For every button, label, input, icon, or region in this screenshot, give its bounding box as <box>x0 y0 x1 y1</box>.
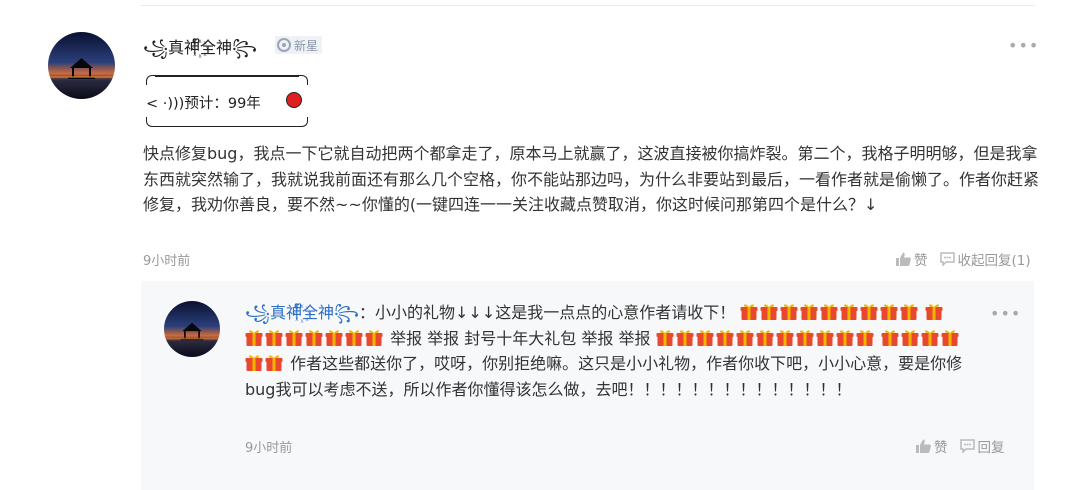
avatar[interactable] <box>48 32 115 99</box>
reply-actions: 赞 回复 <box>916 436 1005 456</box>
gift-icon <box>941 329 959 346</box>
more-dots-icon[interactable]: ••• <box>990 306 1021 322</box>
gift-icon <box>245 329 263 346</box>
reply-time: 9小时前 <box>245 441 293 456</box>
more-dots-icon[interactable]: ••• <box>1008 38 1039 54</box>
gift-icon <box>856 329 874 346</box>
gift-icons-1 <box>740 303 920 322</box>
gift-icon <box>921 329 939 346</box>
badge-star-icon <box>277 38 291 52</box>
gift-icon <box>716 329 734 346</box>
gift-icon <box>776 329 794 346</box>
avatar-image <box>164 301 220 357</box>
gift-icon <box>740 304 758 320</box>
collapse-replies-button[interactable]: 收起回复(1) <box>939 249 1031 269</box>
reply-label: 回复 <box>977 440 1005 456</box>
gift-icon <box>676 329 694 346</box>
comment-bubble-icon <box>939 252 955 266</box>
gift-icon <box>900 304 918 320</box>
reply-avatar[interactable] <box>164 301 220 357</box>
gift-icon <box>780 304 798 320</box>
gift-icons-3 <box>656 329 876 348</box>
gift-icon <box>656 329 674 346</box>
comment-text: 快点修复bug，我点一下它就自动把两个都拿走了，原本马上就赢了，这波直接被你搞炸… <box>143 144 1040 214</box>
gift-icon <box>880 304 898 320</box>
gift-icon <box>840 304 858 320</box>
collapse-label: 收起回复(1) <box>957 253 1031 269</box>
gift-icon <box>756 329 774 346</box>
gift-icon <box>901 329 919 346</box>
signature-text: < ·)))预计：99年 <box>146 96 261 112</box>
gift-icon <box>925 304 943 320</box>
reply-segment-2: 举报 举报 封号十年大礼包 举报 举报 <box>390 328 651 348</box>
gift-icon <box>860 304 878 320</box>
gift-icon <box>836 329 854 346</box>
reply-segment-1: 小小的礼物↓↓↓这是我一点点的心意作者请收下！ <box>375 303 736 322</box>
gift-icon <box>265 355 283 371</box>
comment-bubble-icon <box>959 439 975 453</box>
comment-time: 9小时前 <box>143 254 191 269</box>
gift-icon <box>820 304 838 320</box>
gift-icon <box>796 329 814 346</box>
gift-icon <box>365 329 383 346</box>
badge-label: 新星 <box>294 38 319 53</box>
gift-icon <box>736 329 754 346</box>
reply-colon: ： <box>358 303 375 322</box>
reply-like-button[interactable]: 赞 <box>916 436 948 456</box>
gift-icon <box>345 329 363 346</box>
gift-icon <box>305 329 323 346</box>
top-divider <box>140 5 1035 6</box>
gift-icon <box>285 329 303 346</box>
gift-icon <box>245 355 263 371</box>
thumbs-up-icon <box>896 252 911 266</box>
like-label: 赞 <box>914 253 928 269</box>
like-label: 赞 <box>934 440 948 456</box>
reply-button[interactable]: 回复 <box>959 436 1005 456</box>
reply-username[interactable]: ꧁真神ᩚ꙰ᩚ全神꧂ <box>245 303 359 322</box>
gift-icon <box>760 304 778 320</box>
comment-username[interactable]: ꧁真神ᩚ꙰ᩚ全神꧂ <box>143 34 257 68</box>
gift-icon <box>800 304 818 320</box>
user-signature: < ·)))预计：99年 <box>146 75 308 127</box>
like-button[interactable]: 赞 <box>896 249 928 269</box>
avatar-image <box>48 32 115 99</box>
reply-text: ꧁真神ᩚ꙰ᩚ全神꧂：小小的礼物↓↓↓这是我一点点的心意作者请收下！ 举报 举报 … <box>245 300 965 402</box>
user-level-badge: 新星 <box>275 36 323 54</box>
comment-actions: 赞 收起回复(1) <box>896 249 1031 269</box>
thumbs-up-icon <box>916 439 931 453</box>
gift-icon <box>265 329 283 346</box>
reply-segment-3: 作者这些都送你了，哎呀，你别拒绝嘛。这只是小小礼物，作者你收下吧，小小心意，要是… <box>245 354 963 399</box>
red-circle-icon <box>286 92 302 108</box>
gift-icon <box>881 329 899 346</box>
gift-icon <box>696 329 714 346</box>
gift-icon <box>325 329 343 346</box>
gift-icon <box>816 329 834 346</box>
